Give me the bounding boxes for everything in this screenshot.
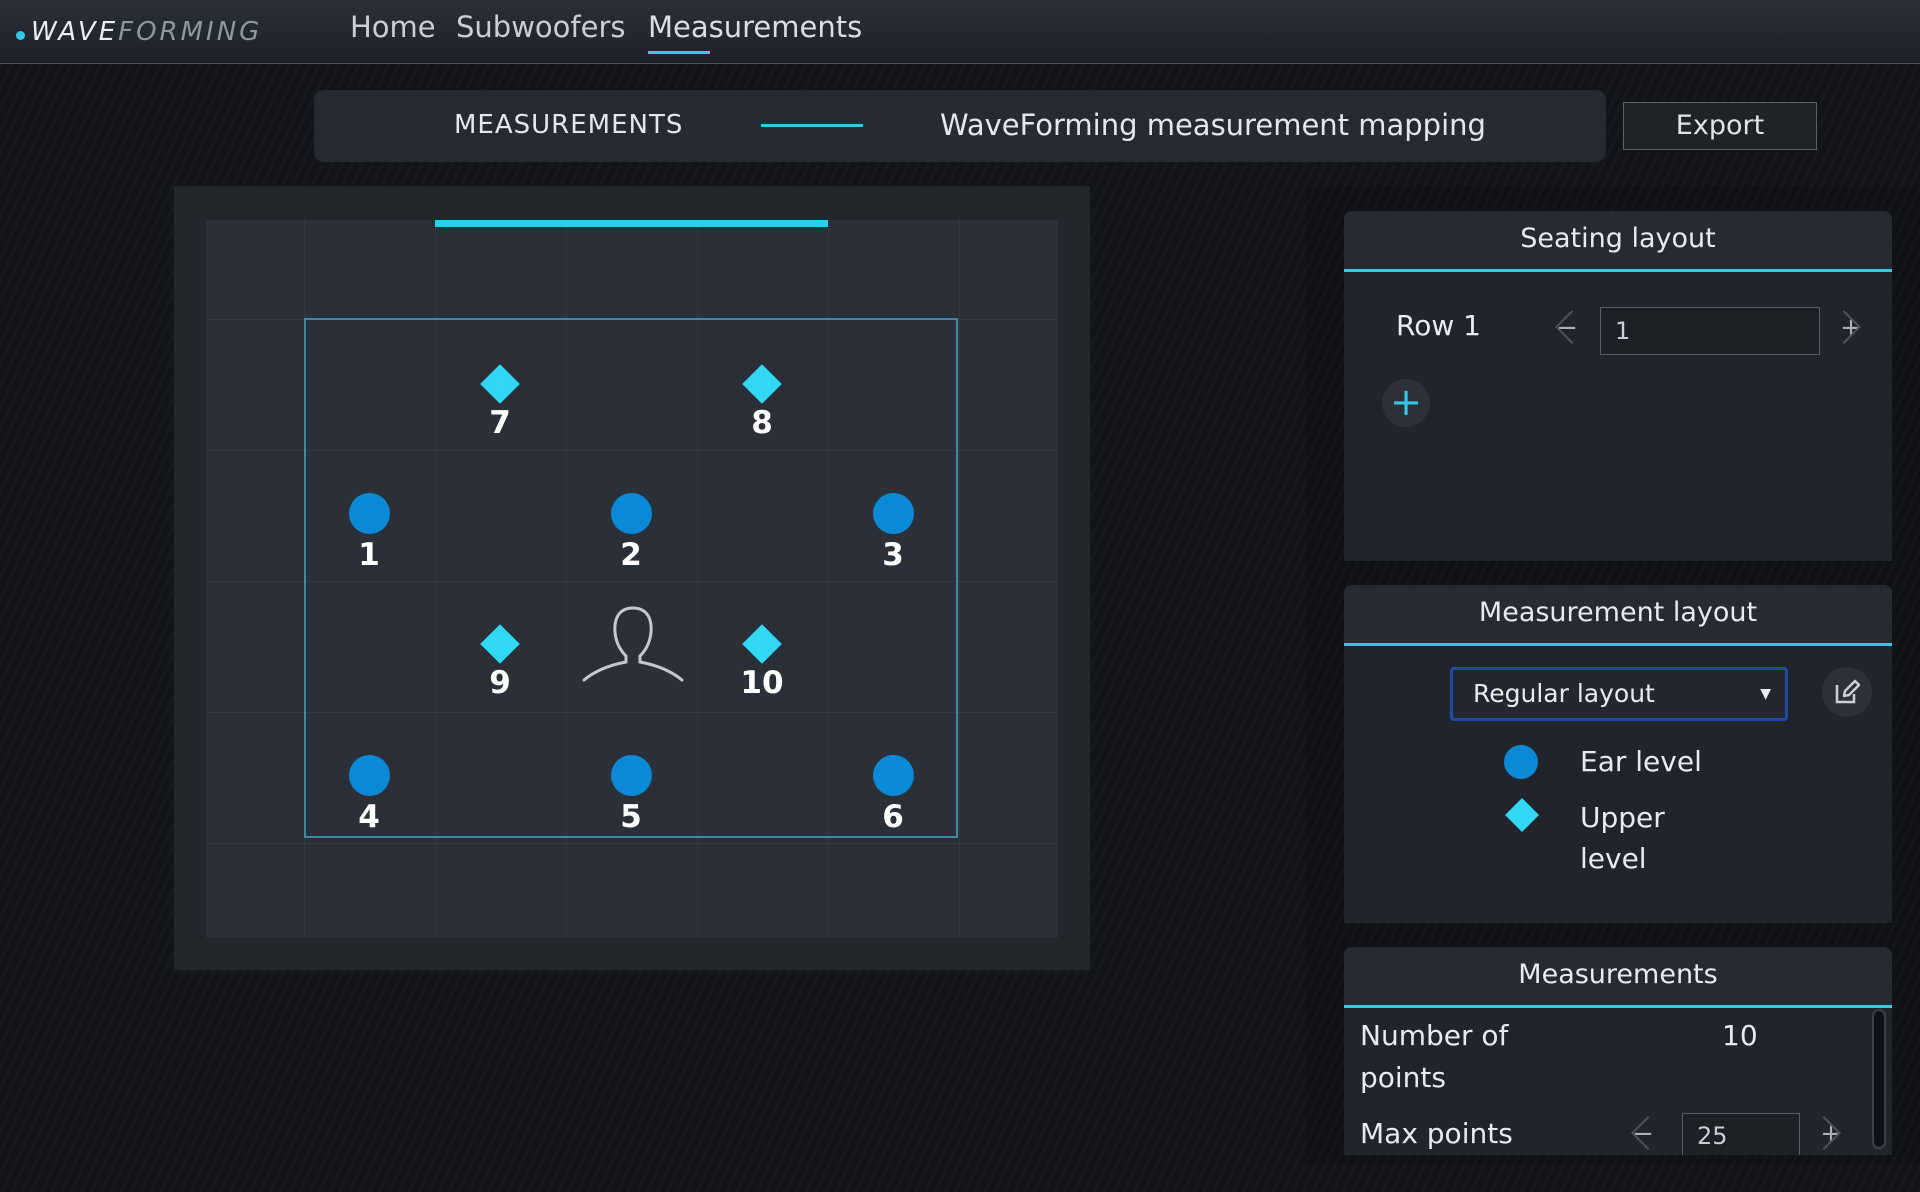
minus-icon: − [1556,313,1578,343]
add-row-button[interactable]: + [1382,379,1430,427]
point-number: 7 [489,405,511,441]
point-number: 5 [620,799,642,835]
ear-level-circle-icon [348,493,390,534]
upper-level-diamond-icon [480,364,520,404]
max-points-input[interactable]: 25 [1682,1113,1800,1155]
measurement-point-2[interactable]: 2 [601,493,661,573]
ear-level-circle-icon [610,493,652,534]
row-increment-button[interactable]: + [1834,311,1868,345]
panel-title: Measurements [1344,947,1892,1008]
row-label: Row 1 [1396,309,1481,342]
ear-level-circle-icon [872,493,914,534]
measurements-scrollbar[interactable] [1872,1009,1886,1149]
minus-icon: − [1632,1119,1654,1149]
edit-layout-button[interactable] [1822,667,1872,717]
legend-label: Ear level [1580,745,1702,778]
top-navigation-bar: WAVE FORMING Home Subwoofers Measurement… [0,0,1920,64]
max-points-label: Max points [1360,1117,1513,1150]
edit-icon [1835,679,1861,704]
measurement-point-1[interactable]: 1 [339,493,399,573]
header-divider [761,124,863,127]
max-points-decrement-button[interactable]: − [1626,1117,1660,1151]
upper-level-diamond-icon [480,624,520,664]
nav-home[interactable]: Home [350,10,436,44]
measurement-layout-panel: Measurement layout Regular layout ▼ Ear … [1344,585,1892,923]
section-title: MEASUREMENTS [454,110,684,140]
point-number: 6 [882,799,904,835]
measurement-point-5[interactable]: 5 [601,755,661,835]
point-number: 8 [751,405,773,441]
measurement-point-8[interactable]: 8 [732,364,792,441]
page-header: MEASUREMENTS WaveForming measurement map… [314,90,1606,162]
measurement-point-10[interactable]: 10 [732,624,792,701]
logo-text-wave: WAVE [31,17,119,47]
logo-dot-icon [16,30,25,40]
point-number: 9 [489,665,511,701]
ear-level-circle-icon [872,755,914,796]
upper-level-diamond-icon [742,364,782,404]
nav-subwoofers[interactable]: Subwoofers [456,10,625,44]
point-number: 10 [740,665,784,701]
number-of-points-value: 10 [1722,1019,1758,1052]
measurement-point-6[interactable]: 6 [863,755,923,835]
panel-title: Measurement layout [1344,585,1892,646]
point-number: 4 [358,799,380,835]
upper-level-diamond-icon [742,624,782,664]
plus-icon: + [1390,380,1422,424]
panel-title: Seating layout [1344,211,1892,272]
page-title: WaveForming measurement mapping [940,108,1486,142]
logo-text-forming: FORMING [118,17,263,47]
ear-level-circle-icon [610,755,652,796]
ear-level-circle-icon [348,755,390,796]
measurement-point-3[interactable]: 3 [863,493,923,573]
point-number: 1 [358,537,380,573]
upper-level-diamond-icon [1505,798,1539,832]
nav-active-indicator [648,51,710,54]
ear-level-circle-icon [1504,745,1538,779]
number-of-points-label: Number of points [1360,1019,1509,1094]
max-points-increment-button[interactable]: + [1814,1117,1848,1151]
measurement-point-7[interactable]: 7 [470,364,530,441]
waveforming-logo[interactable]: WAVE FORMING [16,14,262,50]
row-count-input[interactable]: 1 [1600,307,1820,355]
seating-layout-panel: Seating layout Row 1 − 1 + + [1344,211,1892,561]
screen-indicator [435,220,828,227]
point-number: 3 [882,537,904,573]
layout-select-value: Regular layout [1473,679,1655,708]
legend-label: Upper level [1580,801,1665,875]
chevron-down-icon: ▼ [1760,686,1771,702]
plus-icon: + [1820,1119,1842,1149]
point-number: 2 [620,537,642,573]
measurements-panel: Measurements Number of points 10 Max poi… [1344,947,1892,1155]
layout-select[interactable]: Regular layout ▼ [1450,667,1788,721]
nav-measurements[interactable]: Measurements [648,10,862,44]
row-decrement-button[interactable]: − [1550,311,1584,345]
person-outline-icon [582,606,684,682]
measurement-point-9[interactable]: 9 [470,624,530,701]
plus-icon: + [1840,313,1862,343]
export-button[interactable]: Export [1623,102,1817,150]
measurement-point-4[interactable]: 4 [339,755,399,835]
